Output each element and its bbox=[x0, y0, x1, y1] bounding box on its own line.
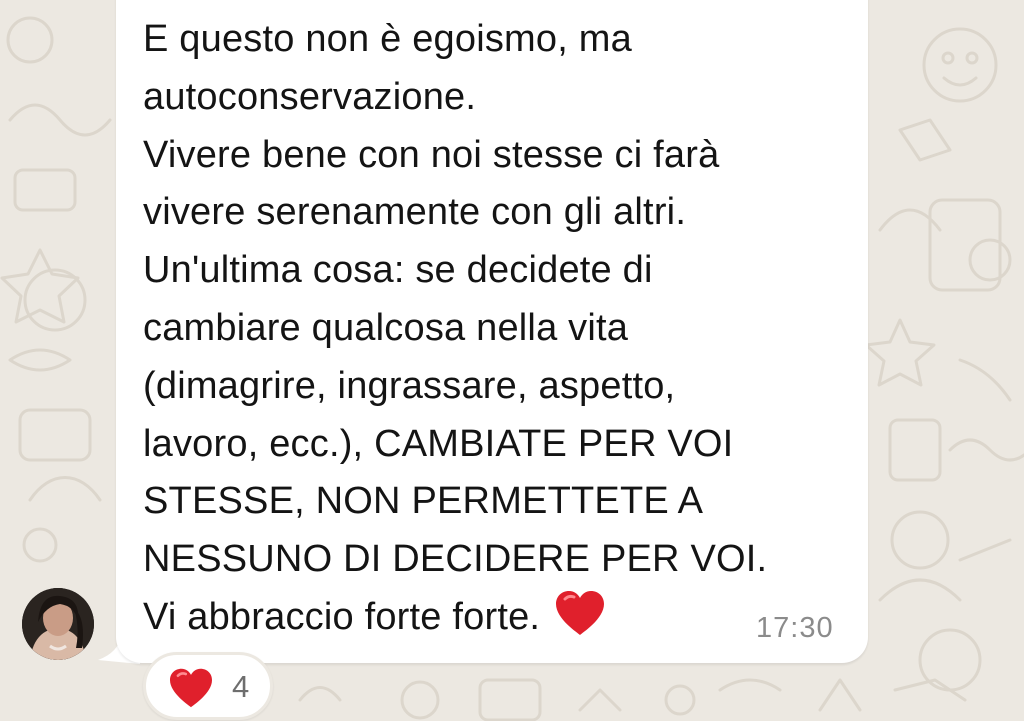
message-text: E questo non è egoismo, ma autoconservaz… bbox=[143, 11, 843, 647]
message-timestamp: 17:30 bbox=[756, 612, 834, 644]
reaction-count: 4 bbox=[232, 669, 250, 704]
red-heart-icon bbox=[170, 668, 212, 708]
message-line: Vivere bene con noi stesse ci farà bbox=[143, 133, 720, 176]
message-line: STESSE, NON PERMETTETE A bbox=[143, 480, 704, 523]
message-line: (dimagrire, ingrassare, aspetto, bbox=[143, 364, 676, 407]
message-line: lavoro, ecc.), CAMBIATE PER VOI bbox=[143, 422, 734, 465]
message-line: NESSUNO DI DECIDERE PER VOI. bbox=[143, 538, 768, 581]
message-line: Un'ultima cosa: se decidete di bbox=[143, 249, 653, 292]
profile-photo-icon bbox=[22, 588, 94, 660]
message-line: E questo non è egoismo, ma bbox=[143, 18, 632, 60]
message-line: cambiare qualcosa nella vita bbox=[143, 306, 629, 349]
message-line-last: Vi abbraccio forte forte. bbox=[143, 589, 843, 647]
message-line: autoconservazione. bbox=[143, 75, 477, 118]
message-line: Vi abbraccio forte forte. bbox=[143, 595, 541, 638]
reaction-badge[interactable]: 4 bbox=[143, 652, 273, 720]
message-line: vivere serenamente con gli altri. bbox=[143, 191, 687, 234]
red-heart-icon bbox=[556, 590, 605, 635]
sender-avatar[interactable] bbox=[22, 588, 94, 660]
